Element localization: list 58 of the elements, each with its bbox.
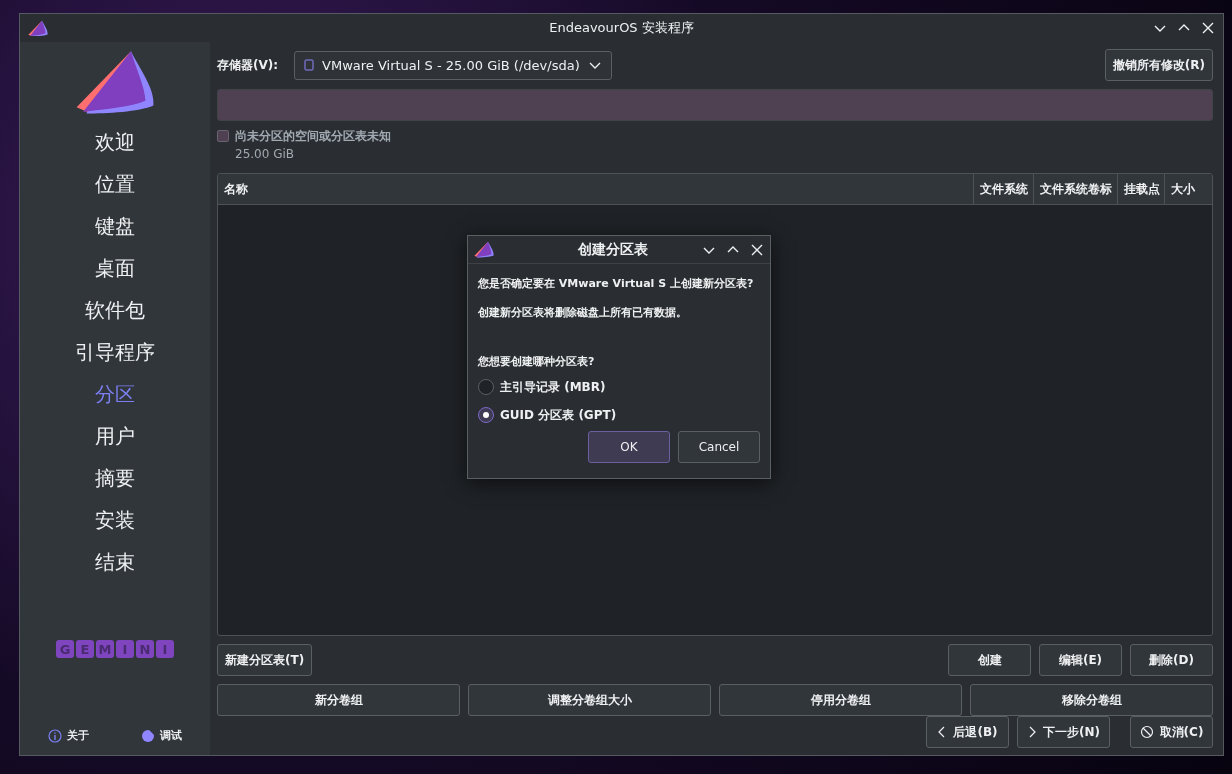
app-logo-icon xyxy=(474,241,494,258)
legend-size: 25.00 GiB xyxy=(235,147,296,161)
logo-letter-tile: I xyxy=(156,640,174,658)
sidebar-step: 摘要 xyxy=(95,463,135,492)
revert-all-button[interactable]: 撤销所有修改(R) xyxy=(1104,49,1213,81)
radio-button[interactable] xyxy=(478,379,494,395)
dialog-title: 创建分区表 xyxy=(577,240,649,259)
cancel-icon xyxy=(1139,725,1154,739)
sidebar-step: 软件包 xyxy=(85,295,145,324)
question-text: 您想要创建哪种分区表? xyxy=(478,354,596,369)
partition-action-button[interactable]: 删除(D) xyxy=(1130,644,1213,676)
sidebar-step: 结束 xyxy=(95,547,135,576)
cancel-button[interactable]: Cancel xyxy=(678,431,760,463)
column-header[interactable]: 文件系统 xyxy=(973,174,1033,204)
partition-type-option[interactable]: GUID 分区表 (GPT) xyxy=(478,401,760,429)
window-title: EndeavourOS 安装程序 xyxy=(549,19,694,37)
app-logo-icon xyxy=(28,19,48,37)
next-button[interactable]: 下一步(N) xyxy=(1017,716,1110,748)
column-header[interactable]: 挂载点 xyxy=(1117,174,1164,204)
sidebar-step: 欢迎 xyxy=(95,127,135,156)
storage-label: 存储器(V): xyxy=(217,56,279,74)
close-button[interactable] xyxy=(750,242,764,257)
about-link[interactable]: 关于 xyxy=(67,728,89,743)
warning-message: 创建新分区表将删除磁盘上所有已有数据。 xyxy=(478,305,688,320)
volume-group-button[interactable]: 停用分卷组 xyxy=(719,684,962,716)
sidebar-step: 引导程序 xyxy=(75,337,155,366)
logo-letter-tile: E xyxy=(76,640,94,658)
sidebar-step: 桌面 xyxy=(95,253,135,282)
volume-group-button[interactable]: 移除分卷组 xyxy=(970,684,1213,716)
sidebar-step: 安装 xyxy=(95,505,135,534)
volume-group-button[interactable]: 新分卷组 xyxy=(217,684,460,716)
volume-group-button[interactable]: 调整分卷组大小 xyxy=(468,684,711,716)
ok-button[interactable]: OK xyxy=(588,431,670,463)
chevron-right-icon xyxy=(1027,725,1037,739)
logo-letter-tile: G xyxy=(56,640,74,658)
radio-button[interactable] xyxy=(478,407,494,423)
sidebar-step: 位置 xyxy=(95,169,135,198)
close-button[interactable] xyxy=(1201,21,1215,35)
storage-device-dropdown[interactable]: VMware Virtual S - 25.00 GiB (/dev/sda) xyxy=(294,50,612,80)
cancel-button[interactable]: 取消(C) xyxy=(1130,716,1213,748)
confirmation-message: 您是否确定要在 VMware Virtual S 上创建新分区表? xyxy=(478,276,755,291)
column-header[interactable]: 名称 xyxy=(218,174,973,204)
sidebar-step: 键盘 xyxy=(95,211,135,240)
column-header[interactable]: 文件系统卷标 xyxy=(1033,174,1117,204)
info-icon[interactable] xyxy=(48,728,62,743)
sidebar-step: 分区 xyxy=(95,379,135,408)
sidebar-step: 用户 xyxy=(95,421,135,450)
logo-letter-tile: M xyxy=(96,640,114,658)
new-partition-table-button[interactable]: 新建分区表(T) xyxy=(217,644,313,676)
partition-action-button[interactable]: 编辑(E) xyxy=(1039,644,1122,676)
partition-type-option[interactable]: 主引导记录 (MBR) xyxy=(478,373,760,401)
partition-action-button[interactable]: 创建 xyxy=(948,644,1031,676)
logo-letter-tile: I xyxy=(116,640,134,658)
back-button[interactable]: 后退(B) xyxy=(926,716,1009,748)
column-header[interactable]: 大小 xyxy=(1164,174,1212,204)
logo-letter-tile: N xyxy=(136,640,154,658)
legend-label: 尚未分区的空间或分区表未知 xyxy=(235,128,391,145)
debug-link[interactable]: 调试 xyxy=(160,728,182,743)
